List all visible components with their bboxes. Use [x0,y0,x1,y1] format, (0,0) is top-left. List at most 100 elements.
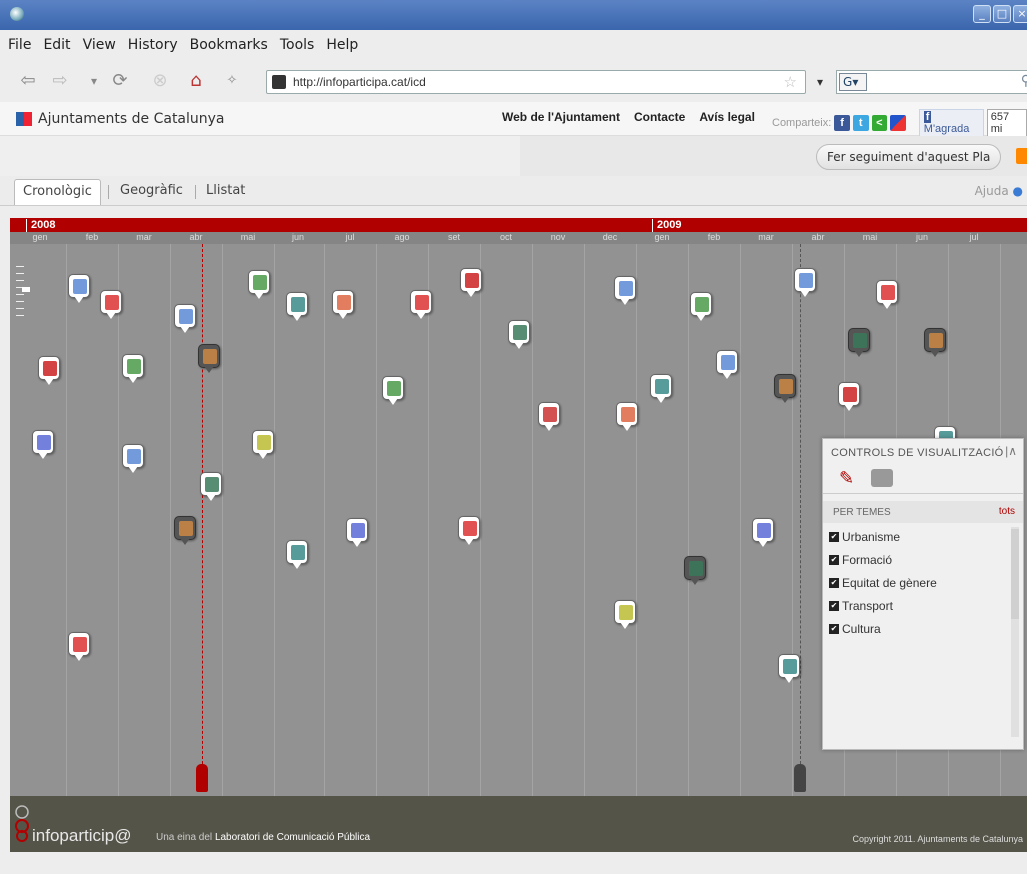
pdf-marker-icon[interactable] [410,290,432,320]
doc-marker-icon[interactable] [68,274,90,304]
globe-marker-icon[interactable] [286,292,308,322]
site-title[interactable]: Ajuntaments de Catalunya [38,111,225,127]
image-marker-icon[interactable] [690,292,712,322]
tab-cronologic[interactable]: Cronològic [14,179,101,205]
globe-marker-icon[interactable] [286,540,308,570]
chart-marker-icon[interactable] [32,430,54,460]
back-arrow-icon[interactable]: ⇦ [18,71,38,91]
image-marker-icon[interactable] [382,376,404,406]
briefcase-icon[interactable] [871,469,893,487]
ppt-marker-icon[interactable] [332,290,354,320]
theme-checkbox-equitat[interactable]: ✔ Equitat de gènere [829,571,1009,594]
facebook-icon[interactable]: f [834,115,850,131]
doc-marker-icon[interactable] [614,276,636,306]
theme-checkbox-transport[interactable]: ✔ Transport [829,594,1009,617]
globe-marker-icon[interactable] [778,654,800,684]
pdf-marker-icon[interactable] [458,516,480,546]
rss-icon[interactable] [1016,148,1027,164]
year-bar: 2008 2009 [10,218,1027,232]
history-dropdown-icon[interactable]: ▾ [84,71,104,91]
note-marker-icon[interactable] [252,430,274,460]
film-marker-icon[interactable] [508,320,530,350]
people-marker-icon[interactable] [174,516,196,546]
stop-icon[interactable]: ⊗ [150,71,170,91]
doc-marker-icon[interactable] [716,350,738,380]
link-avis-legal[interactable]: Avís legal [699,110,755,124]
menu-history[interactable]: History [128,37,178,53]
calendar-marker-icon[interactable] [38,356,60,386]
forward-arrow-icon[interactable]: ⇨ [50,71,70,91]
chart-marker-icon[interactable] [346,518,368,548]
tab-llistat[interactable]: Llistat [198,179,253,205]
theme-checkbox-formacio[interactable]: ✔ Formació [829,548,1009,571]
theme-checkbox-urbanisme[interactable]: ✔ Urbanisme [829,525,1009,548]
pdf-marker-icon[interactable] [876,280,898,310]
twitter-icon[interactable]: t [852,115,869,131]
month-gridline [428,244,429,796]
calendar-marker-icon[interactable] [838,382,860,412]
reload-icon[interactable]: ⟳ [110,71,130,91]
doc-marker-icon[interactable] [122,444,144,474]
share-icon[interactable]: < [871,115,888,131]
menu-bookmarks[interactable]: Bookmarks [190,37,268,53]
ppt-marker-icon[interactable] [616,402,638,432]
chart-marker-icon[interactable] [752,518,774,548]
month-bar: gen feb mar abr mai jun jul ago set oct nov dec gen f… [10,232,1027,244]
start-marker-line [202,244,203,774]
pdf-marker-icon[interactable] [68,632,90,662]
url-bar[interactable]: http://infoparticipa.cat/icd ☆ [266,70,806,94]
help-link[interactable]: Ajuda ● [975,184,1023,198]
search-engine-selector[interactable]: G▾ [839,73,867,91]
home-icon[interactable]: ⌂ [186,71,206,91]
footer-brand[interactable]: infoparticip@ [32,826,131,846]
url-dropdown-icon[interactable]: ▾ [810,72,830,94]
checkbox-checked-icon: ✔ [829,600,839,611]
maximize-button[interactable]: □ [993,5,1011,23]
link-contacte[interactable]: Contacte [634,110,685,124]
menu-tools[interactable]: Tools [280,37,315,53]
people-marker-icon[interactable] [198,344,220,374]
bookmark-star-icon[interactable]: ☆ [784,72,797,94]
pencil-icon[interactable]: ✎ [839,469,857,487]
menu-help[interactable]: Help [326,37,358,53]
share-bar: Comparteix: f t < f M'agrada 657 mi [772,109,1027,137]
people-marker-icon[interactable] [774,374,796,404]
people-marker-icon[interactable] [924,328,946,358]
doc-marker-icon[interactable] [794,268,816,298]
pdf-marker-icon[interactable] [100,290,122,320]
panel-scrollbar[interactable] [1011,527,1019,737]
image-marker-icon[interactable] [248,270,270,300]
film-marker-icon[interactable] [684,556,706,586]
film-marker-icon[interactable] [200,472,222,502]
collapse-panel-icon[interactable]: |∧ [1005,444,1017,458]
film-marker-icon[interactable] [848,328,870,358]
checkbox-checked-icon: ✔ [829,623,839,634]
calendar-marker-icon[interactable] [460,268,482,298]
addon-icon[interactable]: ✧ [222,71,242,91]
note-marker-icon[interactable] [614,600,636,630]
image-marker-icon[interactable] [122,354,144,384]
end-range-handle[interactable] [794,764,806,792]
follow-plan-button[interactable]: Fer seguiment d'aquest Pla [816,144,1002,170]
search-input[interactable]: G▾ ⚲ [836,70,1027,94]
year-label: 2009 [652,219,681,232]
select-all-link[interactable]: tots [999,506,1015,517]
tab-geografic[interactable]: Geogràfic [112,179,191,205]
theme-checkbox-cultura[interactable]: ✔ Cultura [829,617,1009,640]
delicious-icon[interactable] [890,115,906,131]
minimize-button[interactable]: _ [973,5,991,23]
start-range-handle[interactable] [196,764,208,792]
menu-view[interactable]: View [83,37,116,53]
menu-file[interactable]: File [8,37,31,53]
link-web-ajuntament[interactable]: Web de l'Ajuntament [502,110,620,124]
zoom-slider-knob[interactable] [22,287,30,292]
facebook-like-button[interactable]: f M'agrada [918,109,984,137]
month-gridline [222,244,223,796]
globe-marker-icon[interactable] [650,374,672,404]
zoom-slider[interactable] [16,266,24,322]
menu-edit[interactable]: Edit [43,37,70,53]
audio-marker-icon[interactable] [538,402,560,432]
close-window-button[interactable]: × [1013,5,1027,23]
doc-marker-icon[interactable] [174,304,196,334]
search-icon[interactable]: ⚲ [1021,73,1027,89]
